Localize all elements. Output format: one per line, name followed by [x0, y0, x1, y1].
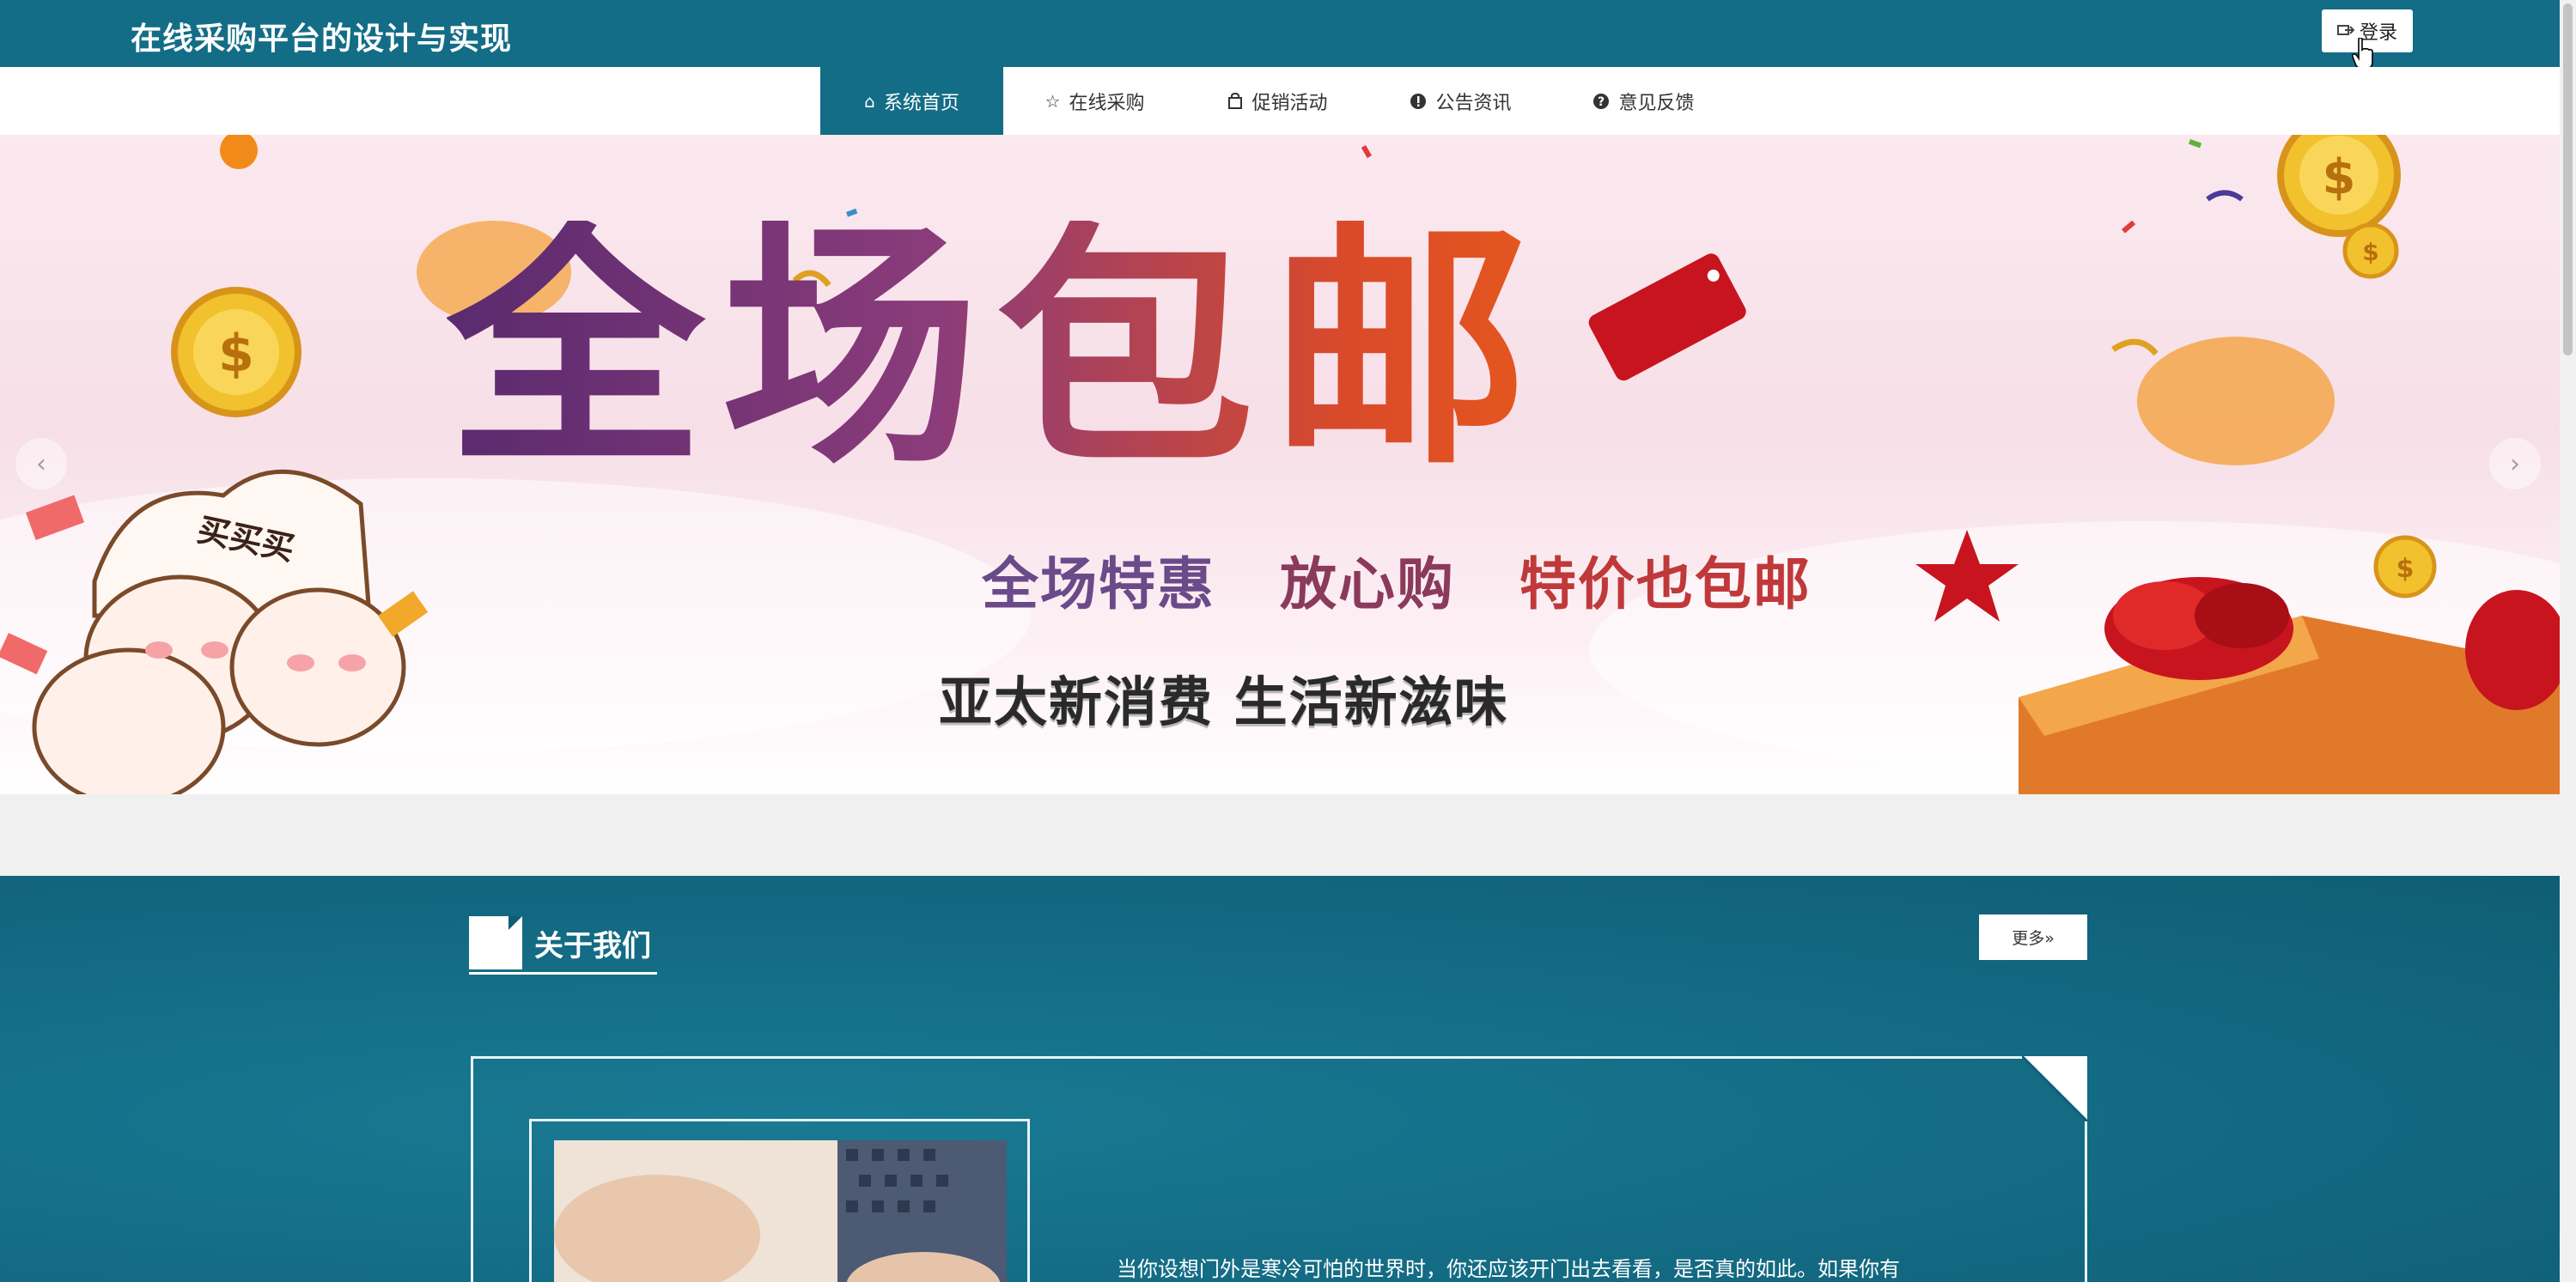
svg-text:$: $	[2323, 149, 2356, 205]
nav-item-announcements[interactable]: 公告资讯	[1369, 67, 1552, 135]
nav-item-label: 意见反馈	[1618, 92, 1695, 114]
carousel-prev-button[interactable]: ‹	[15, 438, 67, 489]
nav-item-online-purchase[interactable]: ☆ 在线采购	[1003, 67, 1186, 135]
top-header: 在线采购平台的设计与实现 登录	[0, 0, 2560, 70]
star-icon: ☆	[1044, 90, 1061, 112]
nav-item-label: 系统首页	[883, 92, 959, 114]
pointer-cursor-icon	[2352, 38, 2373, 70]
subtitle-part: 全场特惠	[982, 551, 1215, 617]
more-button[interactable]: 更多»	[1979, 914, 2087, 960]
carousel-next-button[interactable]: ›	[2489, 438, 2541, 489]
chevron-left-icon: ‹	[36, 448, 46, 479]
nav-item-feedback[interactable]: ? 意见反馈	[1552, 67, 1735, 135]
question-icon: ?	[1593, 93, 1610, 109]
about-underline	[469, 972, 657, 975]
svg-text:$: $	[2362, 238, 2378, 266]
nav-bar: ⌂ 系统首页 ☆ 在线采购 促销活动 公告资讯 ? 意见反馈	[0, 67, 2560, 135]
document-icon	[469, 916, 522, 969]
coin-icon: $	[2373, 535, 2437, 598]
about-header: 关于我们	[469, 916, 651, 969]
coin-icon: $	[171, 287, 301, 417]
banner-slogan: 亚太新消费 生活新滋味	[939, 671, 1509, 733]
bag-icon	[1228, 92, 1243, 109]
svg-text:$: $	[218, 324, 254, 384]
svg-text:?: ?	[1598, 95, 1605, 109]
banner-subtitle: 全场特惠 放心购 特价也包邮	[982, 538, 1812, 621]
nav-item-promotions[interactable]: 促销活动	[1186, 67, 1369, 135]
subtitle-part: 放心购	[1279, 551, 1455, 617]
section-spacer	[0, 794, 2560, 876]
corner-decoration	[2022, 1056, 2087, 1121]
banner-headline: 全场包邮	[447, 221, 2079, 478]
site-title: 在线采购平台的设计与实现	[131, 21, 513, 57]
nav-item-label: 促销活动	[1251, 92, 1328, 114]
chevron-right-icon: ›	[2510, 448, 2520, 479]
svg-text:$: $	[2396, 554, 2415, 584]
home-icon: ⌂	[864, 90, 875, 112]
coin-icon: $	[2342, 222, 2399, 279]
login-icon	[2336, 25, 2354, 35]
main-nav: ⌂ 系统首页 ☆ 在线采购 促销活动 公告资讯 ? 意见反馈	[820, 67, 1735, 135]
about-title: 关于我们	[534, 928, 651, 963]
subtitle-part: 特价也包邮	[1519, 551, 1812, 617]
info-icon	[1410, 93, 1427, 109]
about-text: 当你设想门外是寒冷可怕的世界时，你还应该开门出去看看，是否真的如此。如果你有	[1117, 1257, 1900, 1281]
nav-item-label: 在线采购	[1069, 92, 1145, 114]
hero-banner[interactable]: $ $ $ $ 全场包邮 买买买 全场特惠 放心购 特价也包邮 亚太新消费 生活…	[0, 135, 2560, 794]
nav-item-label: 公告资讯	[1435, 92, 1512, 114]
about-image	[554, 1140, 1007, 1282]
coin-icon: $	[2277, 135, 2401, 237]
nav-item-home[interactable]: ⌂ 系统首页	[820, 67, 1003, 135]
about-section: 关于我们 更多» 当你设想门外是寒冷可怕的世界时，你还应该开门出去看看，是否真的…	[0, 876, 2560, 1282]
about-photo	[554, 1140, 1007, 1282]
scrollbar-thumb[interactable]	[2563, 3, 2573, 355]
